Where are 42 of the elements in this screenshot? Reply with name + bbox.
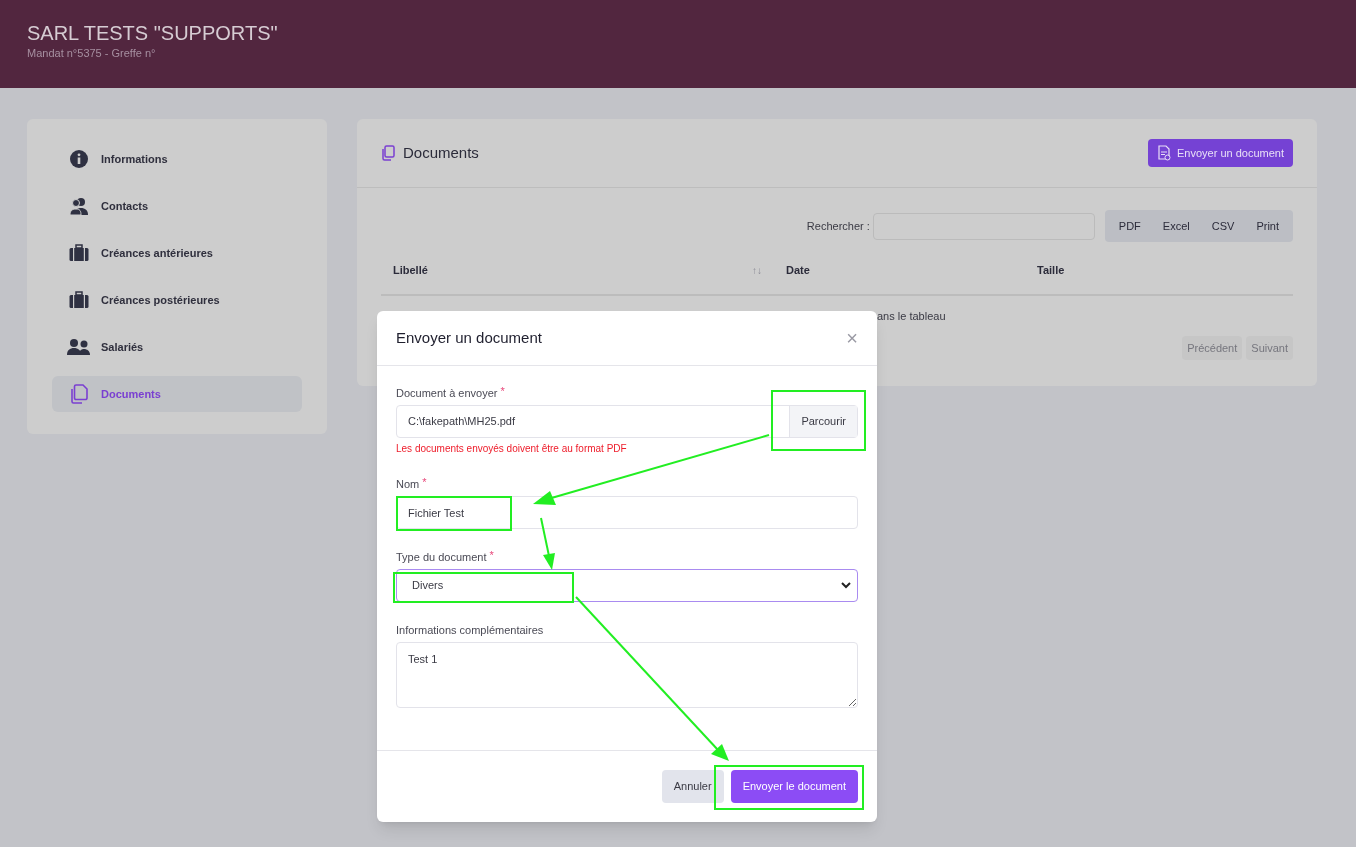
annotation-arrow [540, 517, 555, 570]
sidebar-item[interactable]: Informations [52, 141, 302, 177]
search-label: Rechercher : [806, 218, 870, 234]
users-icon [67, 337, 91, 357]
information-textarea[interactable]: Test 1 [396, 642, 858, 708]
people-icon [67, 196, 91, 216]
field-label: Nom [396, 477, 420, 492]
type-select[interactable]: Divers [396, 569, 858, 602]
column-header[interactable]: Taille [1037, 261, 1065, 279]
chevron-icon [841, 582, 851, 589]
documents-icon [381, 145, 395, 161]
export-button[interactable]: Print [1245, 213, 1290, 239]
sidebar-item[interactable]: Créances postérieures [52, 282, 302, 318]
briefcase-icon [67, 243, 91, 263]
send-button[interactable]: Envoyer le document [730, 770, 858, 803]
field-label: Type du document [396, 550, 487, 565]
mandate-subtitle: Mandat n°5375 - Greffe n° [27, 46, 157, 60]
file-input[interactable]: C:\fakepath\MH25.pdf Parcourir [396, 405, 858, 438]
field-label: Document à envoyer [396, 386, 498, 401]
field-label: Informations complémentaires [396, 623, 544, 638]
required-marker: * [500, 385, 505, 397]
export-button[interactable]: Excel [1151, 213, 1201, 239]
column-header[interactable]: Date [786, 261, 810, 279]
document-icon [1157, 145, 1171, 161]
export-button[interactable]: CSV [1200, 213, 1246, 239]
send-document-button[interactable]: Envoyer un document [1148, 139, 1293, 167]
cancel-button[interactable]: Annuler [661, 770, 724, 803]
export-button[interactable]: PDF [1107, 213, 1152, 239]
briefcase-icon [67, 290, 91, 310]
company-title: SARL TESTS "SUPPORTS" [27, 21, 279, 46]
hint-text: Les documents envoyés doivent être au format PDF [396, 442, 628, 456]
sidebar-item[interactable]: Salariés [52, 329, 302, 365]
sidebar-item[interactable]: Contacts [52, 188, 302, 224]
required-marker: * [422, 476, 427, 488]
modal-title: Envoyer un document [396, 327, 542, 348]
required-marker: * [489, 549, 494, 561]
name-field[interactable]: Fichier Test [396, 496, 858, 529]
panel-title: Documents [403, 142, 479, 163]
column-header[interactable]: Libellé [393, 261, 428, 279]
empty-table-message: ans le tableau [877, 308, 946, 324]
info-icon [67, 149, 91, 169]
sidebar-item[interactable]: Créances antérieures [52, 235, 302, 271]
